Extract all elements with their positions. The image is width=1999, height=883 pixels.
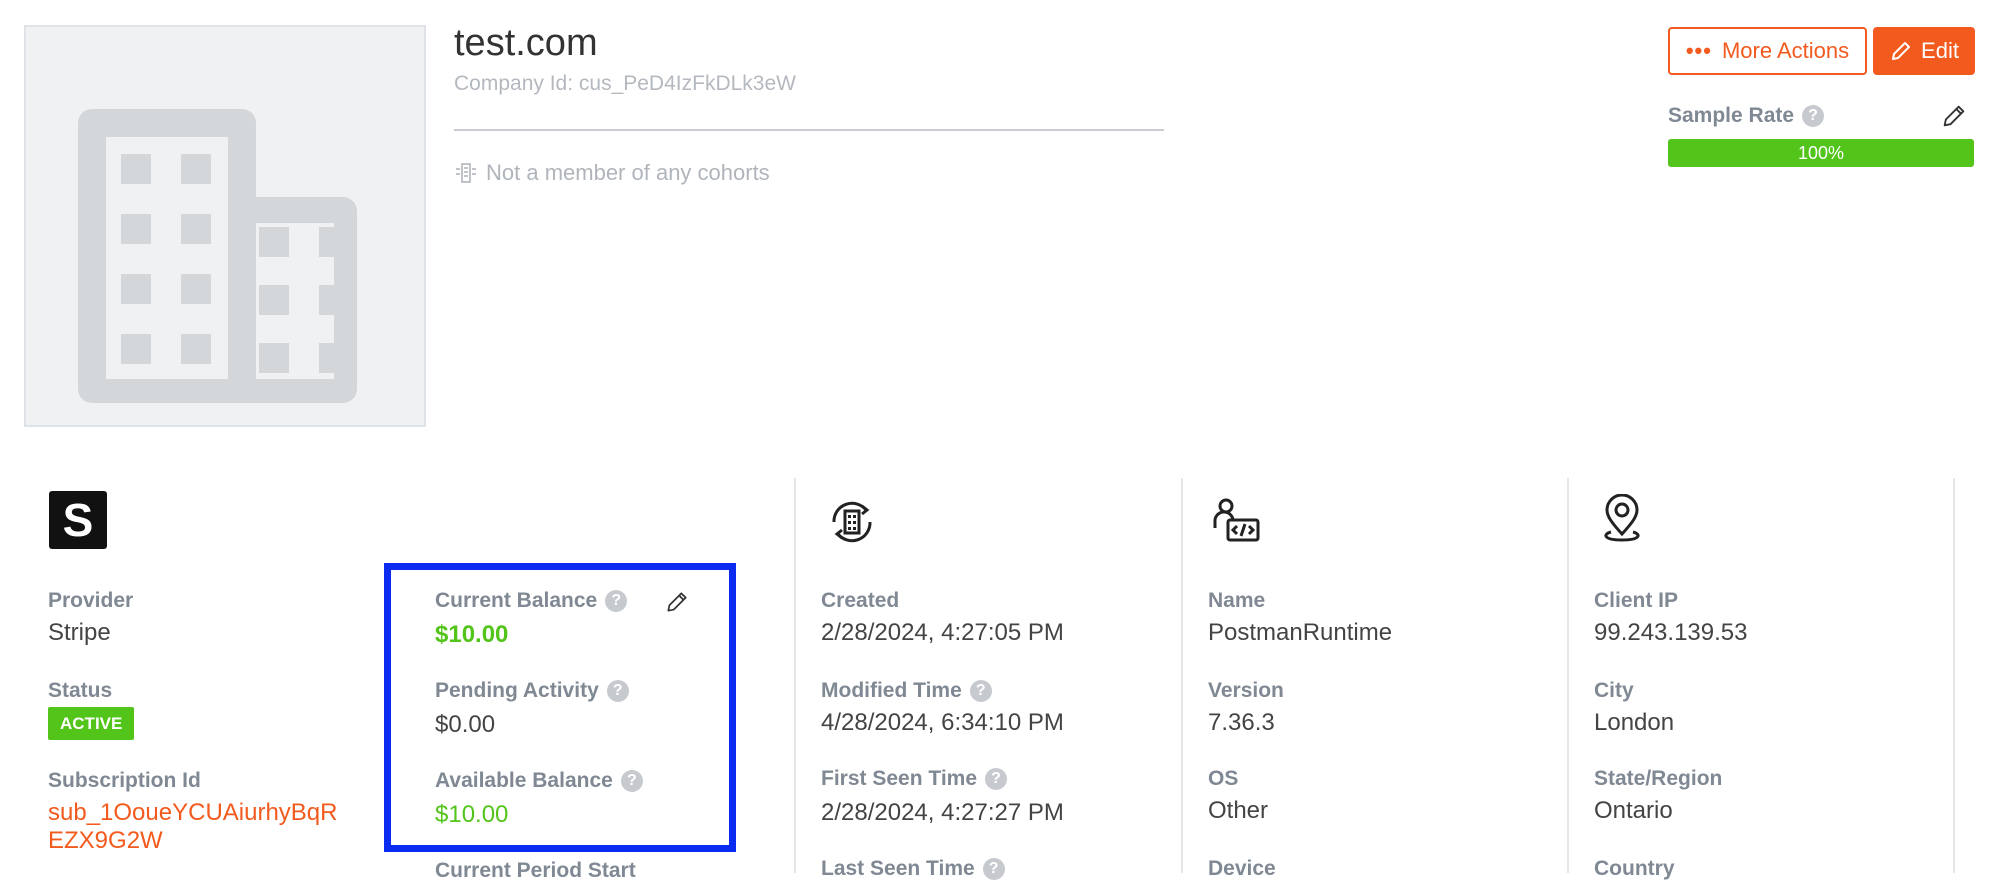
column-divider (1181, 478, 1183, 873)
region-label: State/Region (1594, 767, 1723, 790)
more-dots-icon: ••• (1685, 38, 1712, 63)
period-start-label: Current Period Start (435, 859, 636, 882)
first-seen-label: First Seen Time ? (821, 767, 1008, 791)
sample-rate-label: Sample Rate ? (1668, 104, 1825, 128)
subscription-id-line2: EZX9G2W (48, 827, 163, 854)
os-value: Other (1208, 797, 1269, 824)
sample-rate-bar: 100% (1668, 139, 1974, 167)
device-label: Device (1208, 857, 1276, 880)
building-history-icon (826, 496, 878, 553)
edit-button[interactable]: Edit (1873, 27, 1975, 75)
page-title: test.com (454, 22, 598, 64)
pencil-icon (1892, 42, 1911, 60)
last-seen-label: Last Seen Time ? (821, 857, 1005, 881)
created-value: 2/28/2024, 4:27:05 PM (821, 619, 1064, 646)
subscription-link[interactable]: sub_1OoueYCUAiurhyBqR EZX9G2W (48, 799, 338, 855)
pencil-icon (1943, 105, 1965, 127)
agent-name-label: Name (1208, 589, 1266, 612)
client-ip-label: Client IP (1594, 589, 1679, 612)
subscription-label: Subscription Id (48, 769, 201, 792)
os-label: OS (1208, 767, 1239, 790)
column-divider (794, 478, 796, 873)
help-icon[interactable]: ? (969, 680, 992, 702)
edit-label: Edit (1921, 38, 1959, 63)
provider-label: Provider (48, 589, 134, 612)
city-label: City (1594, 679, 1634, 702)
created-label: Created (821, 589, 900, 612)
company-id: Company Id: cus_PeD4IzFkDLk3eW (454, 72, 796, 95)
cohort-icon (456, 163, 476, 183)
subscription-id-line1: sub_1OoueYCUAiurhyBqR (48, 799, 338, 826)
version-label: Version (1208, 679, 1284, 702)
region-value: Ontario (1594, 797, 1673, 824)
modified-time-label: Modified Time ? (821, 679, 992, 703)
user-code-icon (1212, 496, 1262, 551)
location-pin-icon (1599, 493, 1645, 549)
version-value: 7.36.3 (1208, 709, 1275, 736)
sample-rate-value: 100% (1797, 142, 1845, 163)
balance-highlight-box (384, 563, 736, 852)
modified-time-text: Modified Time (821, 679, 962, 702)
more-actions-button[interactable]: ••• More Actions (1668, 27, 1867, 75)
cohort-status: Not a member of any cohorts (454, 160, 770, 186)
status-badge: ACTIVE (48, 707, 135, 740)
modified-time-value: 4/28/2024, 6:34:10 PM (821, 709, 1064, 736)
country-label: Country (1594, 857, 1675, 880)
status-badge-text: ACTIVE (48, 707, 135, 740)
cohort-text: Not a member of any cohorts (486, 160, 770, 185)
client-ip-value: 99.243.139.53 (1594, 619, 1748, 646)
help-icon[interactable]: ? (982, 858, 1005, 880)
stripe-logo: S (49, 491, 107, 549)
column-divider (1567, 478, 1569, 873)
agent-name-value: PostmanRuntime (1208, 619, 1393, 646)
city-value: London (1594, 709, 1675, 736)
building-icon (78, 109, 357, 403)
column-divider (1953, 478, 1955, 873)
first-seen-value: 2/28/2024, 4:27:27 PM (821, 799, 1064, 826)
help-icon[interactable]: ? (1802, 105, 1825, 127)
company-avatar (24, 25, 426, 427)
help-icon[interactable]: ? (985, 768, 1008, 790)
sample-rate-text: Sample Rate (1668, 104, 1795, 127)
status-label: Status (48, 679, 113, 702)
more-actions-label: More Actions (1721, 38, 1850, 63)
first-seen-text: First Seen Time (821, 767, 978, 790)
header-divider (454, 129, 1164, 131)
last-seen-text: Last Seen Time (821, 857, 975, 880)
provider-value: Stripe (48, 619, 111, 646)
sample-rate-edit-button[interactable] (1940, 102, 1968, 135)
